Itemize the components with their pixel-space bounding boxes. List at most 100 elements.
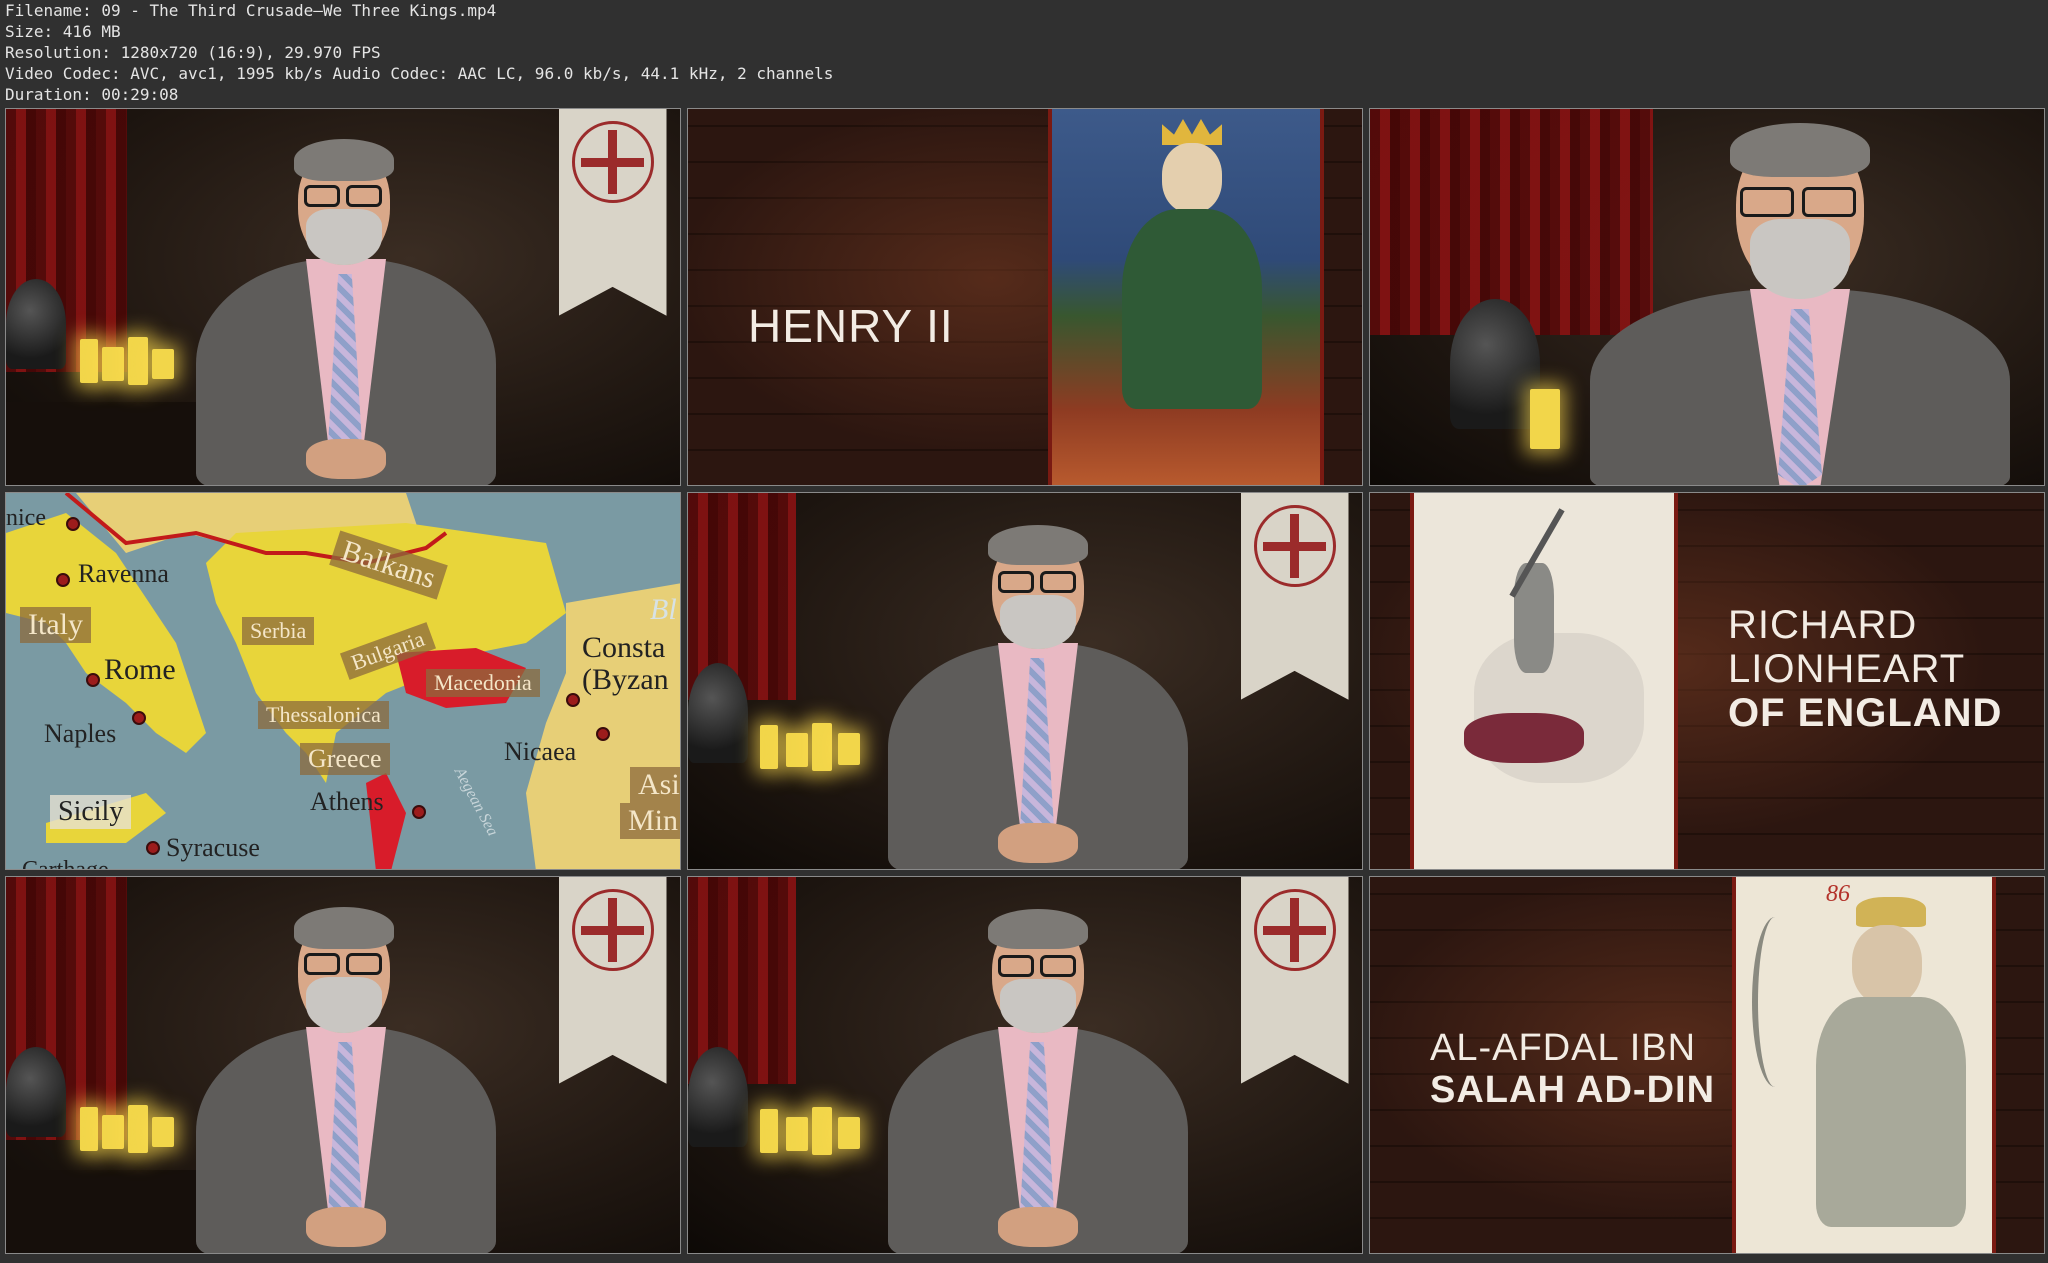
map-label-nice: nice — [6, 505, 46, 531]
henry-title: HENRY II — [748, 300, 954, 352]
presenter — [1590, 119, 2010, 485]
city-marker — [86, 673, 100, 687]
candle — [80, 339, 98, 383]
file-info-header: Filename: 09 - The Third Crusade—We Thre… — [5, 0, 833, 105]
brick-background: RICHARD LIONHEART OF ENGLAND — [1370, 493, 2044, 869]
candle — [80, 1107, 98, 1151]
candle — [838, 1117, 860, 1149]
map-label-black-sea: Bl — [650, 593, 677, 626]
thumbnail-3-presenter-closeup[interactable] — [1369, 108, 2045, 486]
city-marker — [566, 693, 580, 707]
thumbnail-8-presenter[interactable] — [687, 876, 1363, 1254]
caparison — [1464, 713, 1584, 763]
balkans-map: nice Ravenna Italy Rome Naples Sicily Sy… — [6, 493, 680, 869]
helmet — [688, 1047, 748, 1147]
cross-icon — [1253, 889, 1336, 972]
city-marker — [412, 805, 426, 819]
map-label-nicaea: Nicaea — [504, 737, 577, 766]
brick-background: HENRY II — [688, 109, 1362, 485]
map-label-minor: Min — [620, 803, 680, 839]
map-label-ravenna: Ravenna — [78, 559, 169, 588]
presenter — [888, 897, 1188, 1253]
resolution-line: Resolution: 1280x720 (16:9), 29.970 FPS — [5, 43, 381, 62]
thumbnail-1-presenter[interactable] — [5, 108, 681, 486]
crown-icon — [1162, 119, 1222, 145]
king-robe — [1122, 209, 1262, 409]
cross-icon — [1253, 505, 1336, 588]
richard-portrait — [1410, 493, 1678, 869]
richard-title-line1: RICHARD — [1728, 603, 1918, 647]
richard-title-line3: OF ENGLAND — [1728, 691, 2003, 735]
candle — [102, 347, 124, 381]
candle — [838, 733, 860, 765]
city-marker — [66, 517, 80, 531]
king-face — [1162, 143, 1222, 213]
map-label-rome: Rome — [104, 653, 176, 686]
candle — [812, 1107, 832, 1155]
city-marker — [132, 711, 146, 725]
thumbnail-grid: HENRY II nice Ravenna Italy Rome Naples … — [5, 108, 2045, 1254]
cross-icon — [571, 889, 654, 972]
afdal-title-line1: AL-AFDAL IBN — [1430, 1027, 1697, 1069]
candle — [128, 1105, 148, 1153]
candle — [760, 725, 778, 769]
map-label-italy: Italy — [20, 607, 91, 643]
map-label-asia: Asi — [630, 767, 680, 803]
duration-line: Duration: 00:29:08 — [5, 85, 179, 104]
thumbnail-2-henry-ii[interactable]: HENRY II — [687, 108, 1363, 486]
helmet — [688, 663, 748, 763]
candle — [128, 337, 148, 385]
map-label-serbia: Serbia — [242, 617, 315, 645]
map-label-syracuse: Syracuse — [166, 833, 260, 862]
cross-icon — [571, 121, 654, 204]
studio-scene — [6, 109, 680, 485]
richard-title-line2: LIONHEART — [1728, 647, 1966, 691]
size-line: Size: 416 MB — [5, 22, 121, 41]
city-marker — [596, 727, 610, 741]
candle — [760, 1109, 778, 1153]
studio-scene — [688, 877, 1362, 1253]
candle — [786, 733, 808, 767]
jerusalem-cross-banner — [1240, 493, 1349, 700]
presenter — [196, 897, 496, 1253]
helmet — [6, 1047, 66, 1137]
codec-line: Video Codec: AVC, avc1, 1995 kb/s Audio … — [5, 64, 834, 83]
thumbnail-4-map[interactable]: nice Ravenna Italy Rome Naples Sicily Sy… — [5, 492, 681, 870]
filename-line: Filename: 09 - The Third Crusade—We Thre… — [5, 1, 497, 20]
helmet — [1450, 299, 1540, 429]
map-label-athens: Athens — [310, 787, 384, 816]
map-label-greece: Greece — [300, 743, 390, 775]
map-label-macedonia: Macedonia — [426, 669, 540, 697]
thumbnail-7-presenter[interactable] — [5, 876, 681, 1254]
city-marker — [56, 573, 70, 587]
map-label-naples: Naples — [44, 719, 117, 748]
city-marker — [146, 841, 160, 855]
candle — [152, 349, 174, 379]
candle — [1530, 389, 1560, 449]
afdal-portrait: 86 — [1732, 877, 1996, 1253]
thumbnail-6-richard-lionheart[interactable]: RICHARD LIONHEART OF ENGLAND — [1369, 492, 2045, 870]
portrait-number: 86 — [1826, 881, 1850, 907]
brick-background: AL-AFDAL IBN SALAH AD-DIN 86 — [1370, 877, 2044, 1253]
candle — [152, 1117, 174, 1147]
thumbnail-5-presenter[interactable] — [687, 492, 1363, 870]
map-label-byzantium: (Byzan — [582, 663, 669, 696]
map-label-sicily: Sicily — [50, 795, 132, 829]
candle — [102, 1115, 124, 1149]
map-label-thessalonica: Thessalonica — [258, 701, 389, 729]
studio-scene — [6, 877, 680, 1253]
jerusalem-cross-banner — [558, 109, 667, 316]
presenter — [196, 129, 496, 485]
thumbnail-9-al-afdal[interactable]: AL-AFDAL IBN SALAH AD-DIN 86 — [1369, 876, 2045, 1254]
helmet — [6, 279, 66, 369]
studio-scene — [688, 493, 1362, 869]
jerusalem-cross-banner — [1240, 877, 1349, 1084]
sultan-face — [1852, 925, 1922, 1005]
henry-portrait — [1048, 109, 1324, 485]
armor — [1816, 997, 1966, 1227]
map-label-constantinople: Consta — [582, 631, 666, 664]
turban-crown — [1856, 897, 1926, 927]
map-label-carthage: Carthage — [22, 857, 109, 870]
afdal-title-line2: SALAH AD-DIN — [1430, 1069, 1716, 1111]
presenter — [888, 513, 1188, 869]
